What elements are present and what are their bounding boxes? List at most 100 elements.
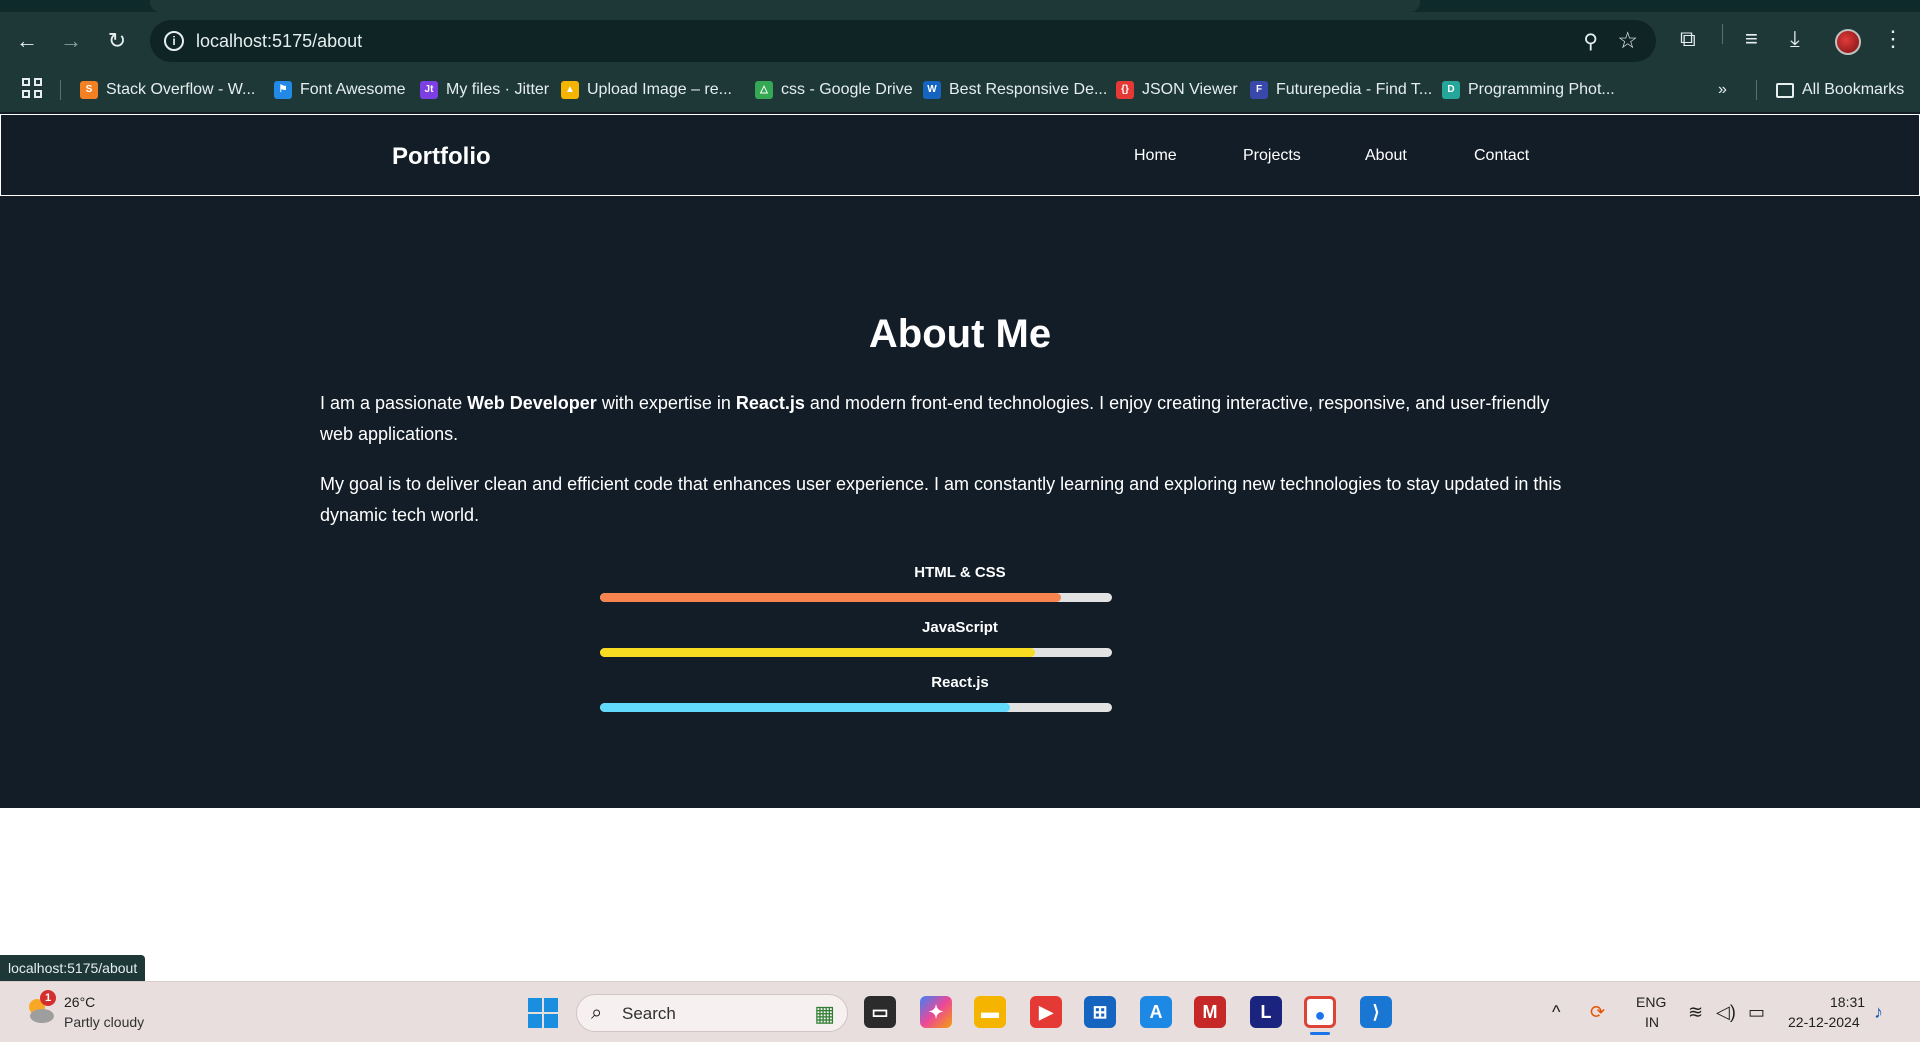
search-placeholder: Search [622, 1004, 676, 1023]
photo-icon: D [1442, 81, 1460, 99]
volume-icon[interactable]: ◁) [1716, 1002, 1736, 1023]
browser-toolbar: ← → ↻ i localhost:5175/about ⚲ ☆ ⧉ ≡ ⤓ ⋮ [0, 12, 1920, 68]
language-indicator[interactable]: ENG [1636, 994, 1666, 1010]
bookmark-fontawesome[interactable]: ⚑ Font Awesome [274, 79, 406, 101]
tab-strip [0, 0, 1920, 12]
bookmark-label: Best Responsive De... [949, 81, 1108, 98]
bookmarks-divider [1756, 80, 1757, 100]
search-icon: ⌕ [591, 1002, 603, 1024]
bookmarks-bar: S Stack Overflow - W... ⚑ Font Awesome Jt M… [0, 68, 1920, 112]
skill-label-html-css: HTML & CSS [914, 564, 1006, 581]
extensions-icon[interactable]: ⧉ [1680, 26, 1696, 52]
l-app-icon[interactable]: L [1250, 996, 1282, 1028]
all-bookmarks-button[interactable]: All Bookmarks [1776, 79, 1904, 101]
bookmark-stackoverflow[interactable]: S Stack Overflow - W... [80, 79, 255, 101]
zoom-icon[interactable]: ⚲ [1583, 29, 1598, 54]
calculator-icon: ▦ [814, 1001, 835, 1026]
active-tab[interactable] [150, 0, 1420, 12]
nav-projects[interactable]: Projects [1243, 147, 1301, 165]
wifi-icon[interactable]: ≋ [1688, 1002, 1703, 1023]
microsoft-store-icon[interactable]: ⊞ [1084, 996, 1116, 1028]
bookmark-json-viewer[interactable]: {} JSON Viewer [1116, 79, 1238, 101]
weather-badge: 1 [40, 990, 56, 1006]
bookmark-label: Upload Image – re... [587, 81, 732, 98]
taskbar-search[interactable]: ⌕ Search ▦ [576, 994, 848, 1032]
task-view-icon[interactable]: ▭ [864, 996, 896, 1028]
para-text: I am a passionate [320, 393, 468, 413]
download-icon[interactable]: ⤓ [1790, 26, 1800, 52]
apps-grid-icon[interactable] [22, 78, 42, 98]
clock-time[interactable]: 18:31 [1830, 994, 1865, 1010]
bookmark-programming-photos[interactable]: D Programming Phot... [1442, 79, 1615, 101]
more-bookmarks-icon[interactable]: » [1718, 79, 1727, 101]
back-icon[interactable]: ← [14, 28, 40, 54]
profile-avatar[interactable] [1835, 29, 1861, 55]
para-text: with expertise in [596, 393, 736, 413]
nav-contact[interactable]: Contact [1474, 147, 1529, 165]
skill-bar-javascript [600, 648, 1112, 657]
apps-divider [60, 80, 61, 100]
folder-icon [1776, 82, 1794, 98]
json-icon: {} [1116, 81, 1134, 99]
nav-about[interactable]: About [1365, 147, 1407, 165]
notification-bell-icon[interactable]: ♪ [1874, 1002, 1883, 1023]
site-info-icon[interactable]: i [164, 31, 184, 51]
drawing-app-icon[interactable]: A [1140, 996, 1172, 1028]
site-navbar: Portfolio Home Projects About Contact [0, 114, 1920, 196]
battery-icon[interactable]: ▭ [1748, 1002, 1765, 1023]
responsive-icon: W [923, 81, 941, 99]
about-paragraph-2: My goal is to deliver clean and efficien… [320, 474, 1562, 525]
site-brand[interactable]: Portfolio [392, 143, 491, 171]
toolbar-divider [1722, 24, 1723, 44]
bookmark-responsive[interactable]: W Best Responsive De... [923, 79, 1107, 101]
skill-fill [600, 648, 1036, 657]
bookmark-upload-image[interactable]: ▲ Upload Image – re... [561, 79, 732, 101]
bookmark-label: Stack Overflow - W... [106, 81, 256, 98]
windows-start-icon[interactable] [528, 998, 558, 1028]
nav-home[interactable]: Home [1134, 147, 1177, 165]
status-url-bubble: localhost:5175/about [0, 955, 146, 981]
stackoverflow-icon: S [80, 81, 98, 99]
para-bold-tech: React.js [735, 393, 805, 413]
url-text[interactable]: localhost:5175/about [196, 31, 362, 52]
para-bold-role: Web Developer [467, 393, 597, 413]
windows-taskbar: 1 26°C Partly cloudy ⌕ Search ▦ ▭ ✦ ▬ ▶ … [0, 981, 1920, 1042]
chrome-icon[interactable]: ● [1304, 996, 1336, 1028]
fontawesome-icon: ⚑ [274, 81, 292, 99]
copilot-icon[interactable]: ✦ [920, 996, 952, 1028]
jitter-icon: Jt [420, 81, 438, 99]
skill-label-javascript: JavaScript [922, 619, 998, 636]
weather-condition[interactable]: Partly cloudy [64, 1014, 144, 1030]
all-bookmarks-label: All Bookmarks [1802, 81, 1905, 98]
skill-fill [600, 703, 1010, 712]
bookmark-label: My files · Jitter [446, 81, 550, 98]
bookmark-jitter[interactable]: Jt My files · Jitter [420, 79, 549, 101]
clock-date[interactable]: 22-12-2024 [1788, 1014, 1860, 1030]
vscode-icon[interactable]: ⟩ [1360, 996, 1392, 1028]
youtube-icon[interactable]: ▶ [1030, 996, 1062, 1028]
forward-icon[interactable]: → [58, 28, 84, 54]
page-body: Portfolio Home Projects About Contact Ab… [0, 112, 1920, 808]
reload-icon[interactable]: ↻ [104, 28, 130, 54]
region-indicator[interactable]: IN [1645, 1014, 1659, 1030]
sync-icon[interactable]: ⟳ [1590, 1002, 1605, 1023]
weather-temperature[interactable]: 26°C [64, 994, 95, 1010]
media-controls-icon[interactable]: ≡ [1745, 26, 1758, 52]
futurepedia-icon: F [1250, 81, 1268, 99]
show-hidden-icons-chevron-icon[interactable]: ^ [1552, 1002, 1560, 1023]
about-paragraph-1: I am a passionate Web Developer with exp… [320, 388, 1580, 450]
bookmark-google-drive[interactable]: △ css - Google Drive [755, 79, 913, 101]
bookmark-label: Futurepedia - Find T... [1276, 81, 1433, 98]
bookmark-futurepedia[interactable]: F Futurepedia - Find T... [1250, 79, 1432, 101]
menu-dots-icon[interactable]: ⋮ [1882, 26, 1904, 52]
address-bar[interactable]: i localhost:5175/about ⚲ ☆ [150, 20, 1656, 62]
skill-label-reactjs: React.js [931, 674, 989, 691]
page-title: About Me [868, 312, 1052, 356]
google-drive-icon: △ [755, 81, 773, 99]
mcafee-icon[interactable]: M [1194, 996, 1226, 1028]
bookmark-label: Font Awesome [300, 81, 406, 98]
file-explorer-icon[interactable]: ▬ [974, 996, 1006, 1028]
bookmark-star-icon[interactable]: ☆ [1617, 27, 1638, 54]
upload-icon: ▲ [561, 81, 579, 99]
skill-fill [600, 593, 1061, 602]
